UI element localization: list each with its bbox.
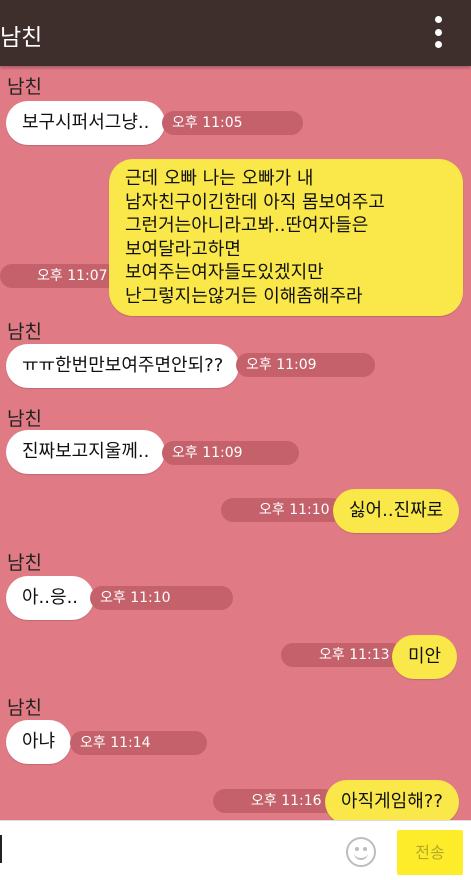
message-line: 난그렇지는않거든 이해좀해주라 <box>125 285 363 307</box>
message-line: 보여달라고하면 <box>125 238 241 260</box>
message-time: 오후 11:13 <box>281 643 404 667</box>
message-line: 보여주는여자들도있겠지만 <box>125 262 324 283</box>
outgoing-message[interactable]: 미안 <box>392 635 458 679</box>
sender-name: 남친 <box>7 697 42 719</box>
message-input[interactable] <box>0 831 330 871</box>
message-time: 오후 11:10 <box>90 586 233 610</box>
outgoing-message[interactable]: 싫어..진짜로 <box>333 489 460 533</box>
message-time: 오후 11:09 <box>236 353 375 377</box>
message-time: 오후 11:16 <box>213 789 336 813</box>
chat-title: 남친 <box>0 25 43 51</box>
message-composer: 전송 <box>0 820 471 880</box>
send-button[interactable]: 전송 <box>397 830 463 875</box>
message-line: 그런거는아니라고봐..딴여자들은 <box>125 215 369 236</box>
incoming-message[interactable]: 아..응.. <box>6 576 95 620</box>
message-time: 오후 11:10 <box>221 498 344 522</box>
incoming-message[interactable]: ㅠㅠ한번만보여주면안되?? <box>6 344 240 388</box>
more-vertical-icon[interactable] <box>433 16 443 48</box>
message-line: 남자친구이긴한데 아직 몸보여주고 <box>125 191 385 213</box>
text-cursor <box>0 835 2 863</box>
incoming-message[interactable]: 아냐 <box>6 720 72 764</box>
message-time: 오후 11:14 <box>70 731 207 755</box>
sender-name: 남친 <box>7 76 42 98</box>
outgoing-message[interactable]: 아직게임해?? <box>325 780 459 820</box>
sender-name: 남친 <box>7 321 42 343</box>
message-time: 오후 11:07 <box>0 264 118 288</box>
outgoing-message[interactable]: 근데 오빠 나는 오빠가 내 남자친구이긴한데 아직 몸보여주고 그런거는아니라… <box>109 159 463 316</box>
sender-name: 남친 <box>7 552 42 574</box>
chat-header: 남친 <box>0 0 471 66</box>
incoming-message[interactable]: 진짜보고지울께.. <box>6 430 166 474</box>
sender-name: 남친 <box>7 408 42 430</box>
message-line: 근데 오빠 나는 오빠가 내 <box>125 168 314 189</box>
message-time: 오후 11:09 <box>162 441 299 465</box>
message-time: 오후 11:05 <box>162 111 303 135</box>
incoming-message[interactable]: 보구시퍼서그냥.. <box>6 101 166 145</box>
message-list[interactable]: 남친 보구시퍼서그냥.. 오후 11:05 오후 11:07 근데 오빠 나는 … <box>0 66 471 820</box>
smiley-icon[interactable] <box>346 837 376 867</box>
